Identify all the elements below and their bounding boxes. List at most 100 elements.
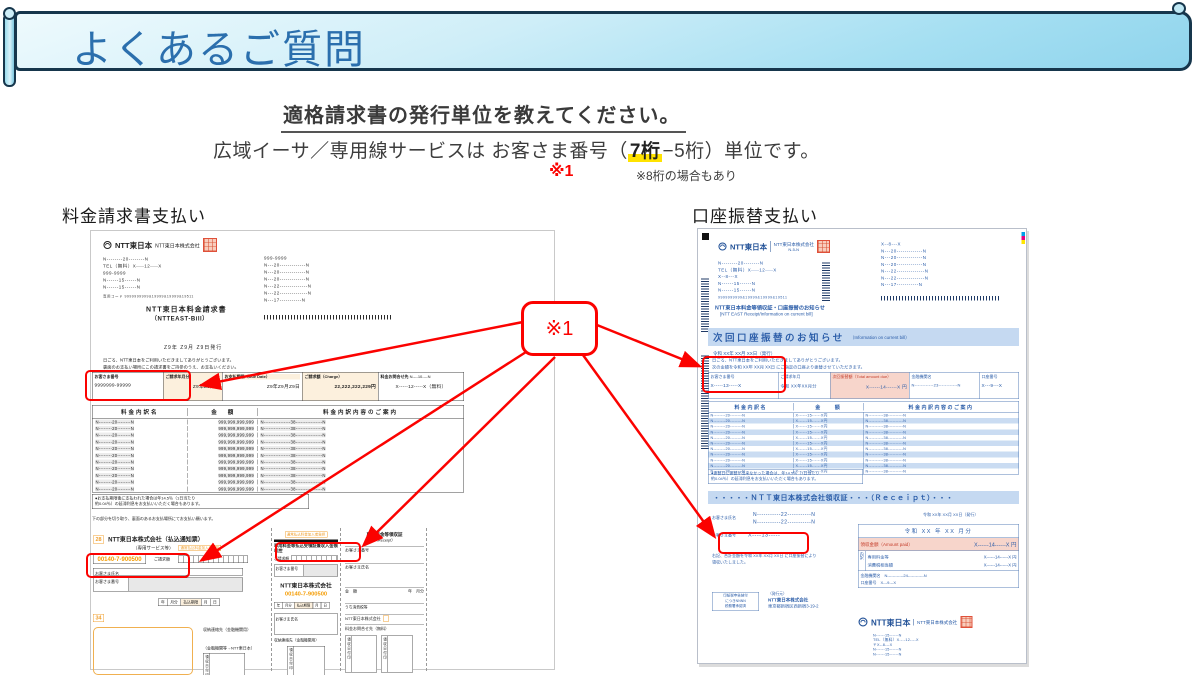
table-row: N--------20--------N X------15------X円 N… bbox=[709, 457, 1019, 463]
receipt-stamp-box: 領収日付印 bbox=[203, 653, 245, 675]
company-seal-stamp bbox=[203, 238, 217, 252]
greeting-text: 日ごろ、NTT東日本をご利用いただきましてありがとうございます。裏面のお支払い場… bbox=[103, 357, 239, 371]
table-row: N--------20--------N X------15------X円 N… bbox=[709, 413, 1019, 419]
table-row: N--------20--------N 999,999,999,999 N--… bbox=[93, 479, 464, 486]
slip-notice-column: 28 NTT東日本株式会社（払込通知票） （専用サービス等） 通常払込料金加入者… bbox=[93, 528, 269, 671]
receipt-statement: 右記、合計金額を令和 XX年 XX月 XX日 に口座振替により領収いたしました。 bbox=[712, 553, 816, 566]
highlight-box-receipt-customer-number bbox=[718, 532, 809, 554]
payment-code-line: 9999999999&19999&19999&19511 bbox=[718, 296, 787, 300]
debit-amount-cell: 次回振替額（Total amount due） X------14------X… bbox=[831, 373, 910, 399]
document-title: NTT東日本料金請求書 （NTTEAST-Bill） bbox=[146, 304, 227, 323]
late-fee-note: ●お支払期限後に支払われた場合は年14.5％（1日当たり約0.04％）の延滞利息… bbox=[92, 494, 309, 509]
issuer-block: （発行元） NTT東日本株式会社 東京都新宿区西新宿3-19-2 bbox=[768, 591, 819, 609]
mid-barcode bbox=[822, 262, 830, 301]
account-number-cell: 口座番号 X---9---X bbox=[980, 373, 1019, 399]
charge-cell: ご請求額（Charge） 22,222,222,229円 bbox=[303, 373, 379, 401]
table-row: N--------20--------N X------15------X円 N… bbox=[709, 440, 1019, 446]
brand-name: NTT東日本 bbox=[115, 240, 152, 251]
ntt-logo-icon bbox=[718, 242, 727, 251]
note-8keta: ※8桁の場合もあり bbox=[636, 167, 737, 184]
orange-seal-box bbox=[383, 616, 389, 622]
ntt-logo-icon bbox=[858, 617, 868, 627]
table-row: N--------20--------N 999,999,999,999 N--… bbox=[93, 439, 464, 446]
document-title: NTT東日本料金等領収証・口座振替のお知らせ [NTT EAST Receipt… bbox=[715, 304, 825, 317]
arrow-to-receipt-customer-number bbox=[583, 355, 714, 536]
slip-customer-number-field: お客さま番号 bbox=[93, 578, 243, 592]
table-row: N--------20--------N X------15------X円 N… bbox=[709, 435, 1019, 441]
late-fee-note: ●振替日に振替が出来なかった場合は、年14.5％（1日当たり約0.04％）の延滞… bbox=[708, 469, 863, 484]
recipient-address-block: X--8---XN---20-------------N N---20-----… bbox=[881, 241, 928, 288]
highlight-box-slip-copy-customer-number bbox=[275, 542, 361, 562]
receipt-issue-date: 令和 XX年 XX月 XX日（発行） bbox=[923, 512, 978, 518]
invoice-document: NTT東日本 NTT東日本株式会社 N--------20--------NTE… bbox=[90, 230, 555, 670]
answer-text: 広域イーサ／専用線サービスは お客さま番号（7桁−5桁）単位です。 bbox=[213, 136, 820, 163]
direct-debit-document: NTT東日本 NTT東日本株式会社 N-5-N N--------20-----… bbox=[697, 228, 1027, 664]
ntt-logo-icon bbox=[103, 241, 112, 250]
notice-band: 次回口座振替のお知らせ （Information on current bill… bbox=[708, 328, 1019, 346]
table-header: 料金内訳名 金 額 料金内訳内容のご案内 bbox=[709, 402, 1019, 413]
tax-stamp-note-box: 印紙税申告納付 につきNNNN 税務署承認済 bbox=[712, 592, 759, 611]
invoice-header: NTT東日本 NTT東日本株式会社 bbox=[103, 238, 217, 252]
company-seal-stamp bbox=[960, 616, 972, 628]
due-date-cell: お支払期限（Due Date） Z9年Z9月Z9日 bbox=[223, 373, 303, 401]
table-row: N--------20--------N X------15------X円 N… bbox=[709, 418, 1019, 424]
customer-barcode bbox=[881, 296, 1001, 301]
payment-slip: 28 NTT東日本株式会社（払込通知票） （専用サービス等） 通常払込料金加入者… bbox=[91, 528, 436, 671]
highlight-box-invoice-customer-number bbox=[85, 370, 191, 401]
table-row: N--------20--------N 999,999,999,999 N--… bbox=[93, 465, 464, 472]
brand-name: NTT東日本 bbox=[730, 241, 767, 252]
section-label-invoice: 料金請求書支払い bbox=[62, 202, 206, 227]
debit-header: NTT東日本 NTT東日本株式会社 N-5-N bbox=[718, 240, 830, 253]
sender-address-block: N--------20--------NTEL（無料）X----12----X … bbox=[103, 256, 162, 291]
charge-breakdown-table: 料金内訳名 金 額 料金内訳内容のご案内 N--------20--------… bbox=[92, 405, 464, 493]
company-seal-stamp bbox=[817, 240, 830, 253]
cut-instruction: 下の部分を切り取り、裏面のあるお支払場所にてお支払い願います。 bbox=[92, 516, 215, 522]
table-row: N--------20--------N 999,999,999,999 N--… bbox=[93, 485, 464, 492]
side-barcode bbox=[701, 277, 709, 332]
receipt-stamp-box: 領収日付印 bbox=[345, 636, 377, 673]
table-row: N--------20--------N 999,999,999,999 N--… bbox=[93, 472, 464, 479]
table-row: N--------20--------N 999,999,999,999 N--… bbox=[93, 459, 464, 466]
table-row: N--------20--------N 999,999,999,999 N--… bbox=[93, 445, 464, 452]
slip-code-28: 28 bbox=[93, 535, 104, 543]
sender-address-block: N--------20--------NTEL（無料）X----12----X … bbox=[718, 260, 777, 294]
fee-burden-tag: 通常払込料金加入者負担 bbox=[179, 545, 222, 551]
registration-mark bbox=[702, 233, 709, 240]
address-window bbox=[93, 627, 193, 675]
highlight-box-slip-customer-number bbox=[86, 553, 190, 578]
footer-contact-lines: N------15------N TEL（無料）X----12----X 〒X-… bbox=[873, 633, 919, 656]
table-row: N--------20--------N X------15------X円 N… bbox=[709, 429, 1019, 435]
table-row: N--------20--------N X------15------X円 N… bbox=[709, 463, 1019, 469]
payment-code-line: 専用コード 9999999999&19999&19999&19511 bbox=[103, 294, 194, 299]
footer-logo: NTT東日本 NTT東日本株式会社 bbox=[858, 616, 972, 628]
amount-paid-box: 令和 XX 年 XX 月分 領収金額（Amount paid） X------1… bbox=[858, 524, 1019, 588]
charge-breakdown-table: 料金内訳名 金 額 料金内訳内容のご案内 N--------20--------… bbox=[708, 401, 1019, 475]
bill-month-cell: ご請求年月 令和 XX年XX月分 bbox=[779, 373, 831, 399]
contact-cell: 料金お問合せ先 N----10----N X-----12-----X（無料） bbox=[379, 373, 464, 401]
table-row: N--------20--------N X------15------X円 N… bbox=[709, 424, 1019, 430]
payment-date-strip: 年月分 払込期限 月日 bbox=[158, 599, 269, 607]
table-row: N--------20--------N X------15------X円 N… bbox=[709, 452, 1019, 458]
recipient-address-block: 999-9999N---20-------------N N---20-----… bbox=[264, 255, 311, 304]
highlight-7keta: 7桁 bbox=[628, 141, 663, 162]
slip-code-34: 34 bbox=[93, 614, 104, 622]
receipt-band: ・・・・・ＮＴＴ東日本株式会社領収証・・・（Ｒｅｃｅｉｐｔ）・・・ bbox=[708, 491, 1019, 504]
issue-date: Z9年 Z9月 Z9日発行 bbox=[164, 343, 222, 351]
table-header: 料金内訳名 金 額 料金内訳内容のご案内 bbox=[93, 406, 464, 419]
color-registration-dots bbox=[1022, 232, 1026, 244]
receipt-stamp-box: 領収日付印 bbox=[287, 646, 325, 675]
slide: よくあるご質問 適格請求書の発行単位を教えてください。 広域イーサ／専用線サービ… bbox=[0, 0, 1200, 675]
arrow-to-debit-customer-number bbox=[597, 325, 699, 366]
ref-callout-box: ※1 bbox=[521, 301, 598, 356]
highlight-box-debit-customer-number bbox=[702, 356, 786, 393]
amount-paid-row: 領収金額（Amount paid） X------14------X 円 bbox=[859, 538, 1019, 551]
table-row: N--------20--------N 999,999,999,999 N--… bbox=[93, 419, 464, 426]
ref-mark-1: ※1 bbox=[549, 161, 573, 181]
bank-name-cell: 金融機関名 N------------23------------N bbox=[910, 373, 980, 399]
slip-copy-customer-number-field: お客さま番号 bbox=[274, 564, 338, 576]
page-title: よくあるご質問 bbox=[72, 17, 366, 75]
table-row: N--------20--------N 999,999,999,999 N--… bbox=[93, 452, 464, 459]
table-row: N--------20--------N 999,999,999,999 N--… bbox=[93, 432, 464, 439]
company-name: NTT東日本株式会社 bbox=[155, 241, 200, 249]
receipt-stamp-box: 領収日付印 bbox=[381, 636, 413, 673]
